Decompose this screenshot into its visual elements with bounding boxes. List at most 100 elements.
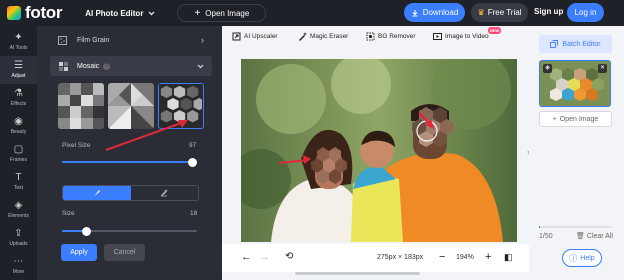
free-trial-label: Free Trial	[487, 8, 522, 17]
apply-button[interactable]: Apply	[61, 244, 97, 261]
redo-icon[interactable]: →	[259, 251, 270, 263]
mosaic-style-square[interactable]	[58, 83, 104, 129]
download-button[interactable]: Download	[404, 3, 465, 22]
tool-ai-upscaler[interactable]: AI Upscaler	[232, 32, 278, 41]
editor-menu[interactable]: AI Photo Editor	[85, 9, 155, 18]
sign-up-link[interactable]: Sign up	[534, 7, 563, 16]
tool-image-to-video[interactable]: Image to Video	[433, 32, 489, 41]
download-label: Download	[422, 8, 459, 17]
batch-editor-button[interactable]: Batch Editor	[539, 35, 612, 53]
magic-eraser-icon	[299, 32, 307, 41]
nav-frames[interactable]: ▢ Frames	[0, 140, 37, 168]
batch-editor-label: Batch Editor	[562, 40, 601, 48]
film-grain-label: Film Grain	[77, 36, 110, 44]
undo-icon[interactable]: ←	[241, 251, 252, 263]
nav-elements[interactable]: ◈ Elements	[0, 196, 37, 224]
bg-remover-icon	[366, 32, 375, 41]
image-to-video-icon	[433, 33, 442, 40]
logo-mark-icon	[7, 6, 21, 20]
nav-label: Text	[13, 185, 24, 191]
download-icon	[412, 9, 418, 16]
image-to-video-label: Image to Video	[445, 33, 489, 40]
open-image-side-label: Open Image	[559, 115, 599, 123]
canvas-scrollbar[interactable]	[295, 272, 420, 275]
open-image-label: Open Image	[205, 8, 250, 18]
help-button[interactable]: ⓘ Help	[562, 249, 602, 267]
free-trial-button[interactable]: ♛ Free Trial	[471, 3, 528, 22]
zoom-level: 194%	[456, 254, 474, 261]
open-image-button[interactable]: + Open Image	[177, 4, 267, 22]
uploads-icon: ⇪	[14, 228, 23, 239]
nav-adjust[interactable]: ☰ Adjust	[0, 56, 37, 84]
zoom-out-button[interactable]: −	[439, 251, 445, 263]
brush-mode-toggle	[62, 185, 199, 201]
mosaic-icon	[59, 61, 68, 71]
nav-label: Adjust	[11, 73, 26, 79]
more-icon: ⋯	[13, 256, 24, 267]
layers-icon[interactable]: ◈	[543, 64, 552, 73]
history-icon[interactable]: ⟲	[285, 251, 293, 262]
eraser-mode-button[interactable]	[130, 186, 198, 200]
logo-text: fotor	[25, 3, 63, 22]
nav-beauty[interactable]: ◉ Beauty	[0, 112, 37, 140]
plus-icon: +	[552, 115, 557, 123]
tool-magic-eraser[interactable]: Magic Eraser	[298, 32, 348, 41]
nav-label: Elements	[8, 213, 29, 219]
help-icon: ⓘ	[569, 253, 578, 263]
compare-icon[interactable]: ◧	[504, 252, 513, 263]
bg-remover-label: BG Remover	[378, 33, 416, 40]
new-badge: NEW	[488, 27, 502, 34]
film-grain-icon	[58, 35, 67, 45]
editor-menu-label: AI Photo Editor	[85, 8, 144, 18]
nav-ai-tools[interactable]: ✦ AI Tools	[0, 28, 37, 56]
trash-icon: 🗑	[576, 233, 585, 240]
size-label: Size	[62, 210, 75, 217]
nav-label: Frames	[10, 157, 27, 163]
mosaic-section-header[interactable]: Mosaic ?	[50, 56, 212, 76]
fotor-logo[interactable]: fotor	[7, 3, 63, 23]
upload-progress-bar	[539, 226, 612, 228]
pixel-size-label: Pixel Size	[62, 142, 91, 149]
nav-more[interactable]: ⋯ More	[0, 252, 37, 280]
chevron-down-icon	[197, 64, 204, 68]
red-arrow-annotation	[105, 120, 188, 151]
pixel-size-value: 97	[189, 142, 197, 149]
cancel-button[interactable]: Cancel	[104, 244, 145, 261]
size-slider-knob[interactable]	[81, 227, 91, 236]
tool-bg-remover[interactable]: BG Remover	[366, 32, 416, 41]
nav-label: More	[12, 269, 25, 275]
clear-all-label: Clear All	[586, 232, 613, 240]
text-icon: T	[15, 172, 22, 183]
edited-photo[interactable]	[241, 59, 517, 242]
image-dimensions: 275px × 183px	[377, 254, 424, 261]
crown-icon: ♛	[477, 8, 485, 17]
family-photo	[241, 59, 517, 242]
nav-label: Beauty	[10, 129, 27, 135]
chevron-right-icon: ›	[201, 35, 204, 45]
delete-icon[interactable]: ✕	[598, 64, 607, 73]
size-value: 18	[190, 210, 198, 217]
film-grain-row[interactable]: Film Grain ›	[50, 30, 212, 50]
clear-all-button[interactable]: 🗑 Clear All	[576, 232, 613, 241]
image-thumbnail[interactable]: ◈ ✕	[539, 60, 611, 107]
help-label: Help	[580, 254, 595, 262]
ai-tools-icon: ✦	[14, 32, 23, 43]
beauty-icon: ◉	[14, 116, 23, 127]
log-in-button[interactable]: Log in	[567, 3, 604, 22]
zoom-in-button[interactable]: +	[485, 251, 491, 263]
nav-text[interactable]: T Text	[0, 168, 37, 196]
plus-icon: +	[194, 7, 201, 19]
open-image-side-button[interactable]: + Open Image	[539, 111, 612, 127]
ai-upscaler-label: AI Upscaler	[244, 33, 278, 40]
effects-icon: ⚗	[14, 88, 23, 99]
chevron-down-icon	[149, 11, 155, 15]
nav-uploads[interactable]: ⇪ Uploads	[0, 224, 37, 252]
magic-eraser-label: Magic Eraser	[310, 33, 349, 40]
nav-label: Uploads	[9, 241, 28, 247]
brush-mode-button[interactable]	[63, 186, 131, 200]
nav-effects[interactable]: ⚗ Effects	[0, 84, 37, 112]
elements-icon: ◈	[14, 200, 23, 211]
pixel-size-slider-fill	[62, 161, 193, 163]
left-nav: ✦ AI Tools ☰ Adjust ⚗ Effects ◉ Beauty ▢…	[0, 26, 37, 280]
nav-label: AI Tools	[9, 45, 28, 51]
